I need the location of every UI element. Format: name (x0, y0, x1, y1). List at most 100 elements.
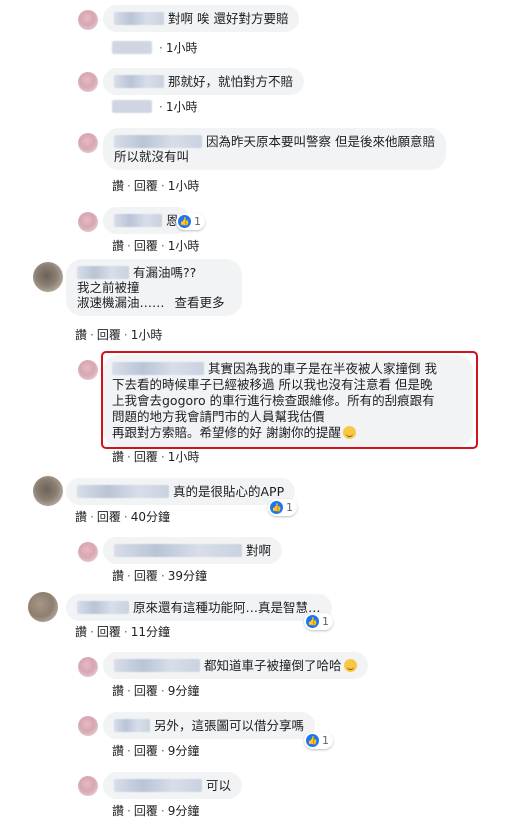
separator: · (123, 625, 128, 639)
comment-text: 對啊 唉 還好對方要賠 (168, 11, 289, 26)
comment-bubble: 原來還有這種功能阿…真是智慧… (66, 594, 332, 621)
comment-actions: 讚 · 回覆 · 1小時 (112, 448, 199, 465)
comment-text: 所以就沒有叫 (114, 149, 190, 164)
separator: · (90, 510, 94, 524)
reply-button[interactable]: 回覆 (134, 804, 158, 818)
author-name[interactable] (77, 266, 129, 279)
comment-actions: 讚 · 回覆 · 1小時 (112, 177, 199, 194)
like-button[interactable]: 讚 (112, 684, 124, 698)
separator: · (127, 239, 131, 253)
separator: · (123, 510, 128, 524)
reaction-number: 1 (286, 501, 293, 514)
comment-actions: 讚 · 回覆 · 1小時 (112, 237, 199, 254)
comment-text: 淑速機漏油…… (77, 295, 165, 310)
comment-text: 另外，這張圖可以借分享嗎 (154, 718, 305, 733)
reply-button[interactable]: 回覆 (97, 328, 121, 342)
separator: · (160, 239, 165, 253)
comment-actions: 讚 · 回覆 · 40分鐘 (75, 508, 170, 525)
separator: · (160, 804, 165, 818)
see-more-link[interactable]: 查看更多 (175, 295, 225, 310)
comment-text: 那就好，就怕對方不賠 (168, 74, 294, 89)
comment-bubble: 對啊 (103, 537, 283, 564)
comment-time[interactable]: 9分鐘 (168, 744, 200, 758)
comment-time[interactable]: 1小時 (166, 41, 198, 55)
like-button[interactable]: 讚 (75, 328, 87, 342)
author-name[interactable] (114, 544, 242, 557)
separator: · (159, 100, 163, 114)
avatar[interactable] (78, 133, 98, 153)
comment-time[interactable]: 11分鐘 (131, 625, 170, 639)
author-name[interactable] (114, 719, 150, 732)
comment-time[interactable]: 1小時 (166, 100, 198, 114)
reply-button[interactable]: 回覆 (97, 625, 121, 639)
author-name[interactable] (114, 214, 162, 227)
like-button[interactable]: 讚 (112, 179, 124, 193)
avatar[interactable] (33, 262, 63, 292)
reaction-count[interactable]: 👍 1 (268, 499, 297, 516)
separator: · (160, 684, 165, 698)
reply-button[interactable]: 回覆 (134, 179, 158, 193)
avatar[interactable] (78, 72, 98, 92)
comment-text: 可以 (206, 778, 232, 793)
avatar[interactable] (78, 212, 98, 232)
comment-bubble: 那就好，就怕對方不賠 (103, 68, 305, 95)
like-button[interactable]: 讚 (112, 569, 124, 583)
comment-text: 我之前被撞 (77, 280, 140, 295)
comment-time[interactable]: 9分鐘 (168, 684, 200, 698)
author-name[interactable] (114, 75, 164, 88)
comment-time[interactable]: 1小時 (168, 239, 200, 253)
like-button[interactable]: 讚 (112, 804, 124, 818)
author-name[interactable] (114, 135, 202, 148)
author-name[interactable] (77, 601, 129, 614)
author-name[interactable] (114, 659, 200, 672)
reply-button[interactable]: 回覆 (134, 569, 158, 583)
separator: · (160, 744, 165, 758)
separator: · (127, 569, 131, 583)
avatar[interactable] (78, 716, 98, 736)
comment-time[interactable]: 1小時 (168, 179, 200, 193)
reply-button[interactable]: 回覆 (134, 744, 158, 758)
like-button[interactable]: 讚 (112, 744, 124, 758)
author-name[interactable] (114, 779, 202, 792)
avatar[interactable] (78, 542, 98, 562)
laughing-emoji-icon (343, 659, 357, 672)
comment-time[interactable]: 40分鐘 (131, 510, 170, 524)
reaction-count[interactable]: 👍 1 (304, 613, 333, 630)
comment-time[interactable]: 1小時 (168, 450, 200, 464)
avatar[interactable] (78, 776, 98, 796)
thumbs-up-icon: 👍 (306, 734, 319, 747)
avatar[interactable] (78, 657, 98, 677)
reply-button[interactable]: 回覆 (134, 450, 158, 464)
avatar[interactable] (28, 592, 58, 622)
comment-actions: 讚 · 回覆 · 9分鐘 (112, 802, 199, 819)
comment-text: 都知道車子被撞倒了哈哈 (204, 658, 342, 673)
like-button[interactable]: 讚 (112, 450, 124, 464)
comment-time[interactable]: 1小時 (131, 328, 163, 342)
avatar[interactable] (78, 360, 98, 380)
avatar[interactable] (33, 476, 63, 506)
comment-time[interactable]: 9分鐘 (168, 804, 200, 818)
separator: · (160, 450, 165, 464)
blurred-text (112, 100, 152, 113)
comment-time[interactable]: 39分鐘 (168, 569, 207, 583)
comment-actions: 讚 · 回覆 · 39分鐘 (112, 567, 207, 584)
author-name[interactable] (77, 485, 169, 498)
comment-text: 有漏油嗎?? (133, 265, 197, 280)
reaction-count[interactable]: 👍 1 (176, 213, 205, 230)
comment-actions: 讚 · 回覆 · 9分鐘 (112, 742, 199, 759)
comment-text: 原來還有這種功能阿…真是智慧… (133, 600, 321, 615)
separator: · (160, 569, 165, 583)
reaction-count[interactable]: 👍 1 (304, 732, 333, 749)
reply-button[interactable]: 回覆 (97, 510, 121, 524)
like-button[interactable]: 讚 (75, 510, 87, 524)
separator: · (90, 625, 94, 639)
separator: · (127, 450, 131, 464)
reply-button[interactable]: 回覆 (134, 239, 158, 253)
separator: · (127, 804, 131, 818)
author-name[interactable] (114, 12, 164, 25)
comment-actions: 讚 · 回覆 · 9分鐘 (112, 682, 199, 699)
avatar[interactable] (78, 10, 98, 30)
like-button[interactable]: 讚 (112, 239, 124, 253)
reply-button[interactable]: 回覆 (134, 684, 158, 698)
like-button[interactable]: 讚 (75, 625, 87, 639)
